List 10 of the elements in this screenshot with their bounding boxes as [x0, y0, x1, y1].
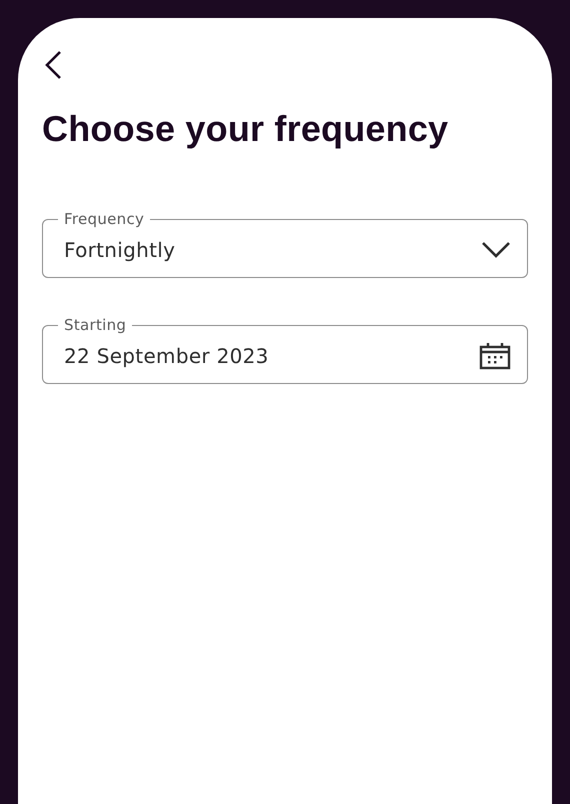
- field-value: 22 September 2023: [64, 344, 269, 368]
- chevron-down-icon: [481, 240, 511, 258]
- date-field[interactable]: Starting 22 September 2023: [42, 316, 528, 384]
- back-button[interactable]: [44, 50, 62, 80]
- field-value: Fortnightly: [64, 238, 176, 262]
- field-label: Frequency: [63, 210, 146, 228]
- field-label: Starting: [63, 316, 128, 334]
- calendar-icon: [479, 342, 511, 370]
- dropdown-field[interactable]: Frequency Fortnightly: [42, 210, 528, 278]
- page-title: Choose your frequency: [42, 108, 450, 150]
